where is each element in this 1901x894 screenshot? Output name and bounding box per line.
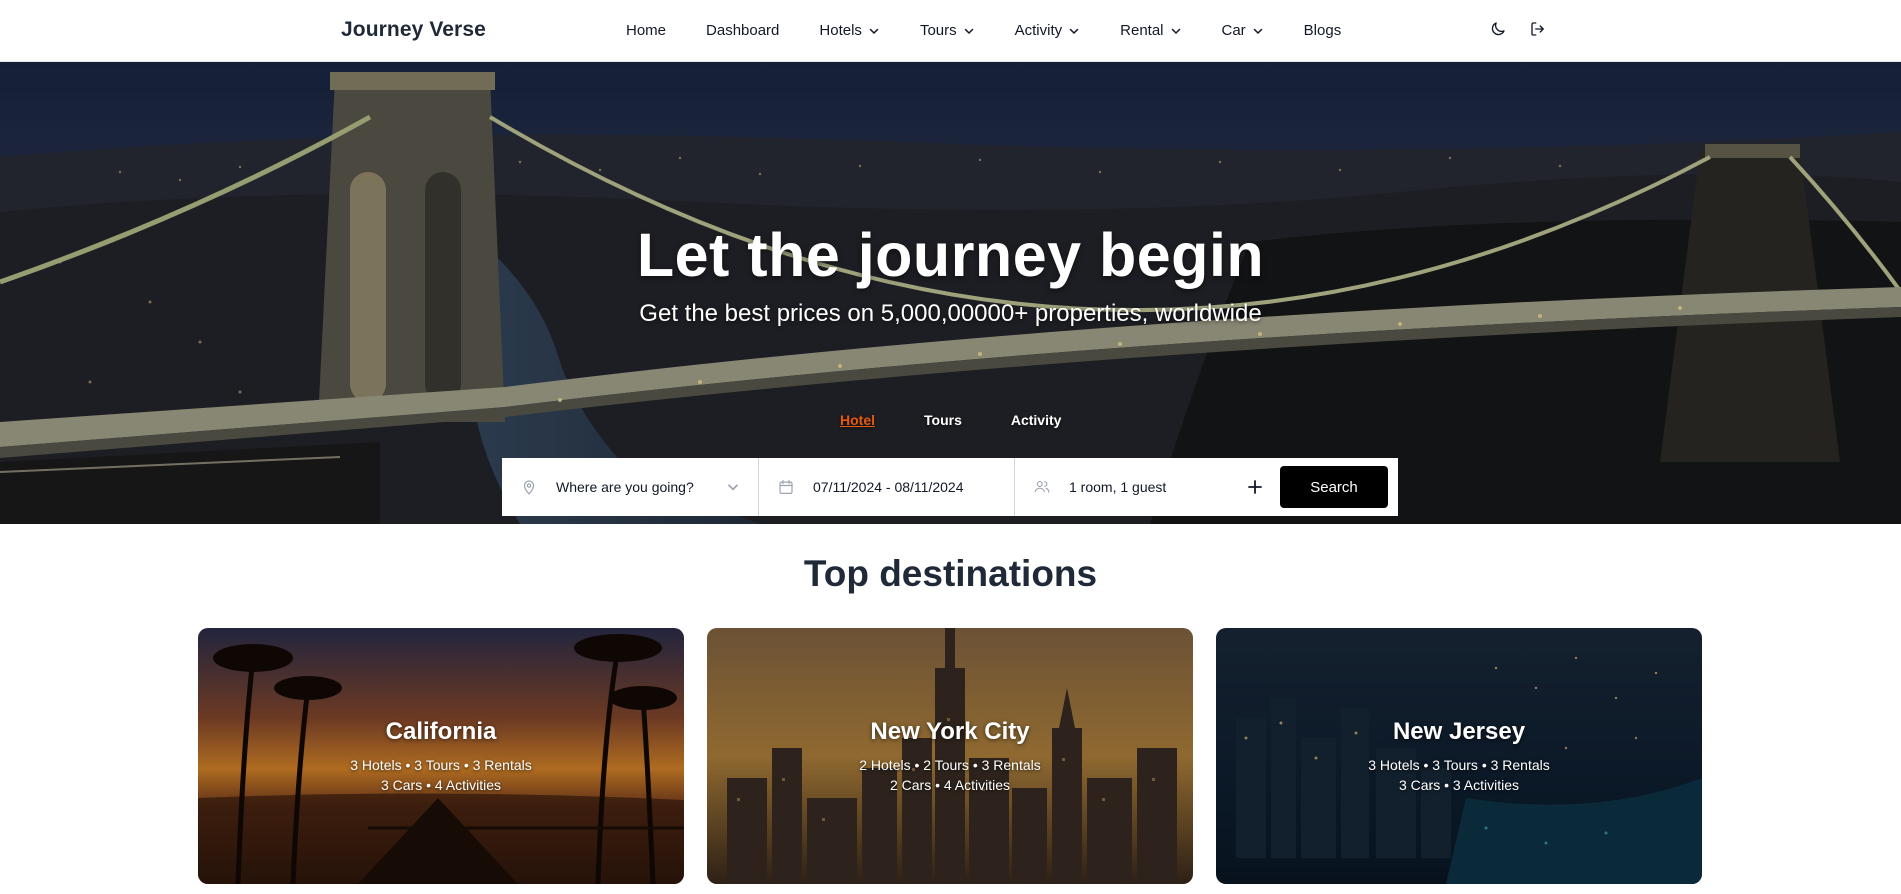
nav-label: Rental — [1120, 22, 1164, 39]
chevron-down-icon — [1069, 28, 1079, 34]
destination-value: Where are you going? — [556, 479, 694, 495]
search-button[interactable]: Search — [1280, 466, 1388, 508]
guests-selector[interactable]: 1 room, 1 guest Search — [1014, 458, 1398, 516]
nav-label: Activity — [1014, 22, 1063, 39]
nav-rental[interactable]: Rental — [1120, 22, 1181, 39]
search-bar: Where are you going? 07/11/2024 - 08/11/… — [502, 458, 1398, 516]
nav-label: Hotels — [819, 22, 862, 39]
destination-name: New Jersey — [1392, 718, 1526, 745]
section-title: Top destinations — [803, 553, 1098, 594]
nav-tours[interactable]: Tours — [920, 22, 975, 39]
nav-label: Tours — [919, 22, 957, 39]
chevron-down-icon — [964, 28, 973, 34]
guests-value: 1 room, 1 guest — [1069, 479, 1167, 495]
nav-label: Dashboard — [706, 22, 780, 39]
chevron-down-icon — [869, 28, 879, 34]
date-range-picker[interactable]: 07/11/2024 - 08/11/2024 — [758, 458, 1014, 516]
nav-activity[interactable]: Activity — [1015, 22, 1081, 39]
date-range-value: 07/11/2024 - 08/11/2024 — [813, 479, 964, 495]
destination-stats-line1: 3 Hotels • 3 Tours • 3 Rentals — [1368, 757, 1550, 773]
destination-stats-line2: 3 Cars • 3 Activities — [1398, 777, 1520, 793]
tab-hotel[interactable]: Hotel — [840, 412, 875, 428]
tab-tours[interactable]: Tours — [924, 412, 962, 428]
destination-card-new-jersey[interactable]: New Jersey 3 Hotels • 3 Tours • 3 Rental… — [1216, 628, 1702, 884]
card-shade — [198, 628, 684, 884]
hero-banner: Let the journey begin Get the best price… — [0, 62, 1901, 524]
destination-select[interactable]: Where are you going? — [502, 458, 758, 516]
nav-dashboard[interactable]: Dashboard — [706, 22, 779, 39]
tab-activity[interactable]: Activity — [1011, 412, 1062, 428]
hero-title: Let the journey begin — [636, 221, 1265, 289]
destination-stats-line2: 2 Cars • 4 Activities — [889, 777, 1011, 793]
hero-overlay — [0, 62, 1901, 524]
plus-icon[interactable] — [1244, 476, 1266, 498]
card-shade — [707, 628, 1193, 884]
destination-name: California — [385, 718, 497, 745]
nav-label: Home — [626, 22, 667, 39]
card-shade — [1216, 628, 1702, 884]
chevron-down-icon — [1171, 28, 1180, 34]
nav-home[interactable]: Home — [626, 22, 666, 39]
nav-hotels[interactable]: Hotels — [819, 22, 880, 39]
top-navbar: Journey Verse Home Dashboard Hotels Tour… — [0, 0, 1901, 62]
location-pin-icon — [523, 480, 535, 495]
destination-stats-line1: 3 Hotels • 3 Tours • 3 Rentals — [350, 757, 532, 773]
brand-logo[interactable]: Journey Verse — [341, 18, 486, 42]
logout-icon[interactable] — [1529, 20, 1547, 38]
hero-subtitle: Get the best prices on 5,000,00000+ prop… — [639, 300, 1262, 327]
search-tabs: Hotel Tours Activity — [840, 412, 1110, 428]
users-icon — [1034, 481, 1050, 493]
nav-label: Car — [1221, 22, 1246, 39]
nav-car[interactable]: Car — [1222, 22, 1264, 39]
moon-icon[interactable] — [1489, 20, 1507, 38]
destination-stats-line1: 2 Hotels • 2 Tours • 3 Rentals — [859, 757, 1041, 773]
chevron-down-icon — [1253, 28, 1262, 34]
calendar-icon — [779, 480, 793, 494]
nav-blogs[interactable]: Blogs — [1304, 22, 1342, 39]
destination-card-california[interactable]: California 3 Hotels • 3 Tours • 3 Rental… — [198, 628, 684, 884]
chevron-down-icon — [728, 484, 738, 491]
destination-card-new-york-city[interactable]: New York City 2 Hotels • 2 Tours • 3 Ren… — [707, 628, 1193, 884]
nav-label: Blogs — [1303, 22, 1342, 39]
main-nav: Home Dashboard Hotels Tours Activity Ren… — [626, 22, 1341, 39]
destination-stats-line2: 3 Cars • 4 Activities — [380, 777, 502, 793]
destination-name: New York City — [870, 718, 1030, 745]
